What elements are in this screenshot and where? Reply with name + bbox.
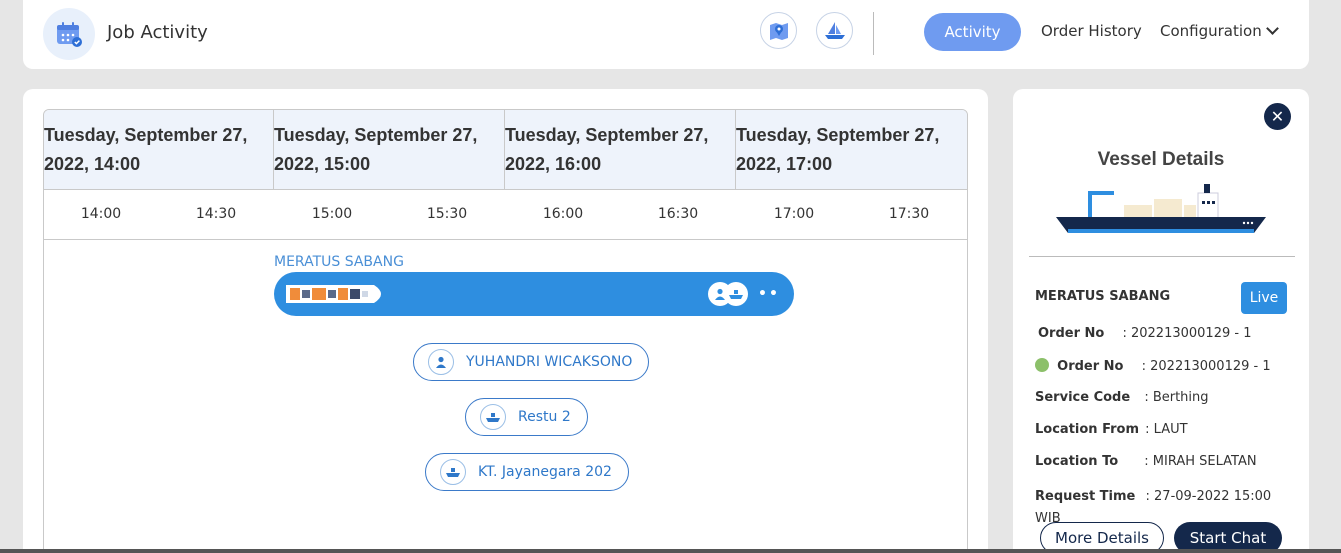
- detail-row: Location To : MIRAH SELATAN: [1035, 454, 1257, 469]
- detail-value: : MIRAH SELATAN: [1144, 454, 1257, 469]
- more-dots-icon[interactable]: ••: [758, 286, 780, 302]
- time-slot: 16:00: [542, 206, 584, 222]
- detail-label: Order No: [1057, 359, 1124, 374]
- vessel-ship-icon: [286, 285, 381, 303]
- status-badge: Live: [1241, 282, 1287, 314]
- tug-chip-label: KT. Jayanegara 202: [478, 464, 612, 480]
- nav-order-history[interactable]: Order History: [1041, 22, 1142, 40]
- panel-title: Vessel Details: [1097, 149, 1225, 170]
- boat-icon: [440, 459, 466, 485]
- detail-label: Location To: [1035, 454, 1119, 469]
- top-header: Job Activity Activity Order History Conf…: [23, 0, 1309, 69]
- boat-icon: [480, 404, 506, 430]
- person-icon: [428, 349, 454, 375]
- detail-row: Order No : 202213000129 - 1: [1038, 326, 1251, 341]
- time-slot: 16:30: [657, 206, 699, 222]
- detail-label: Order No: [1038, 326, 1105, 341]
- detail-value: : 202213000129 - 1: [1141, 359, 1271, 374]
- tug-chip[interactable]: Restu 2: [465, 398, 588, 436]
- nav-configuration-label: Configuration: [1160, 22, 1262, 40]
- tug-chip-label: Restu 2: [518, 409, 571, 425]
- boat-icon[interactable]: [724, 282, 748, 306]
- day-header-row: Tuesday, September 27, 2022, 14:00 Tuesd…: [44, 110, 967, 190]
- crew-chip-label: YUHANDRI WICAKSONO: [466, 354, 633, 370]
- nav-activity[interactable]: Activity: [924, 13, 1021, 51]
- detail-value: : LAUT: [1145, 422, 1188, 437]
- day-header: Tuesday, September 27, 2022, 17:00: [736, 125, 940, 174]
- time-slot: 15:30: [426, 206, 468, 222]
- time-slot: 17:00: [773, 206, 815, 222]
- detail-label: Request Time: [1035, 489, 1136, 504]
- vessel-illustration: [1056, 184, 1266, 233]
- vessel-activity-bar[interactable]: ••: [274, 272, 794, 316]
- detail-row: Location From : LAUT: [1035, 422, 1188, 437]
- vessel-details-panel: ✕ Vessel Details MERATUS SABANG Live Ord…: [1013, 89, 1309, 553]
- time-slot: 14:30: [195, 206, 237, 222]
- page-title: Job Activity: [107, 22, 208, 43]
- detail-label: Service Code: [1035, 390, 1131, 405]
- map-pin-icon[interactable]: [760, 12, 797, 49]
- crew-chip[interactable]: YUHANDRI WICAKSONO: [413, 343, 650, 381]
- divider: [1029, 256, 1295, 257]
- header-divider: [873, 12, 874, 55]
- timeline-panel: Tuesday, September 27, 2022, 14:00 Tuesd…: [23, 89, 988, 553]
- ship-icon[interactable]: [816, 12, 853, 49]
- detail-value: : Berthing: [1144, 390, 1209, 405]
- detail-row: Order No : 202213000129 - 1: [1035, 358, 1271, 374]
- day-header: Tuesday, September 27, 2022, 16:00: [505, 110, 736, 190]
- day-header: Tuesday, September 27, 2022, 14:00: [44, 110, 274, 190]
- time-slot: 17:30: [888, 206, 930, 222]
- detail-row: Service Code : Berthing: [1035, 390, 1209, 405]
- time-slot: 14:00: [80, 206, 122, 222]
- day-header: Tuesday, September 27, 2022, 15:00: [274, 110, 505, 190]
- vessel-bar-label: MERATUS SABANG: [274, 254, 404, 270]
- detail-label: Location From: [1035, 422, 1140, 437]
- calendar-check-icon: [43, 8, 95, 60]
- close-icon[interactable]: ✕: [1264, 103, 1291, 130]
- cargo-bag-icon: [1035, 358, 1049, 372]
- chevron-down-icon: [1265, 22, 1279, 35]
- time-slot: 15:00: [311, 206, 353, 222]
- nav-configuration[interactable]: Configuration: [1160, 22, 1279, 40]
- vessel-name: MERATUS SABANG: [1035, 289, 1171, 304]
- timeline-grid: Tuesday, September 27, 2022, 14:00 Tuesd…: [43, 109, 968, 553]
- taskbar-strip: [0, 549, 1341, 553]
- detail-value: : 202213000129 - 1: [1122, 326, 1252, 341]
- time-slot-row: 14:00 14:30 15:00 15:30 16:00 16:30 17:0…: [44, 190, 967, 240]
- tug-chip[interactable]: KT. Jayanegara 202: [425, 453, 629, 491]
